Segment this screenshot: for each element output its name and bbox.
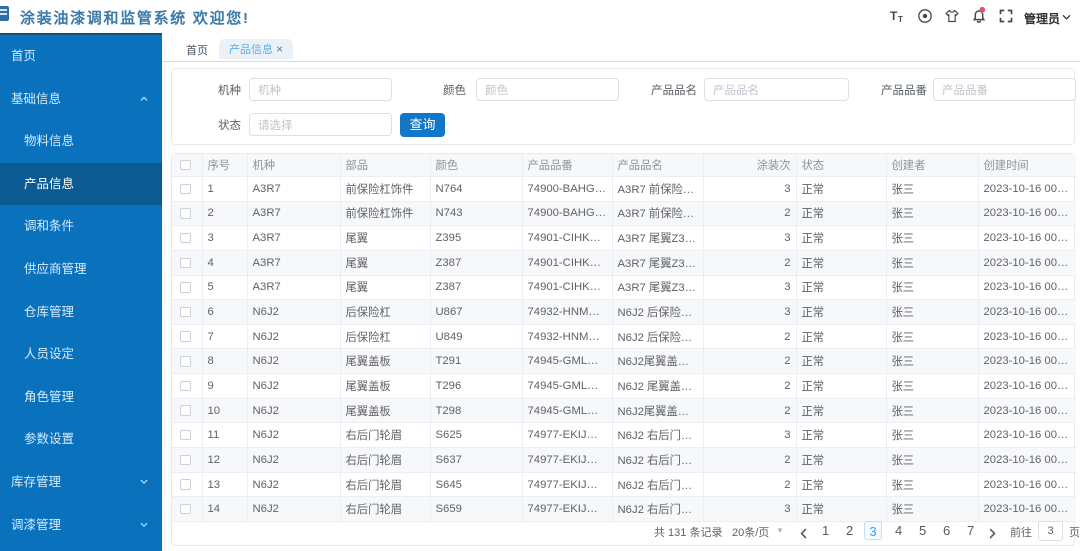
svg-text:T: T: [898, 15, 903, 24]
svg-text:T: T: [890, 9, 898, 23]
